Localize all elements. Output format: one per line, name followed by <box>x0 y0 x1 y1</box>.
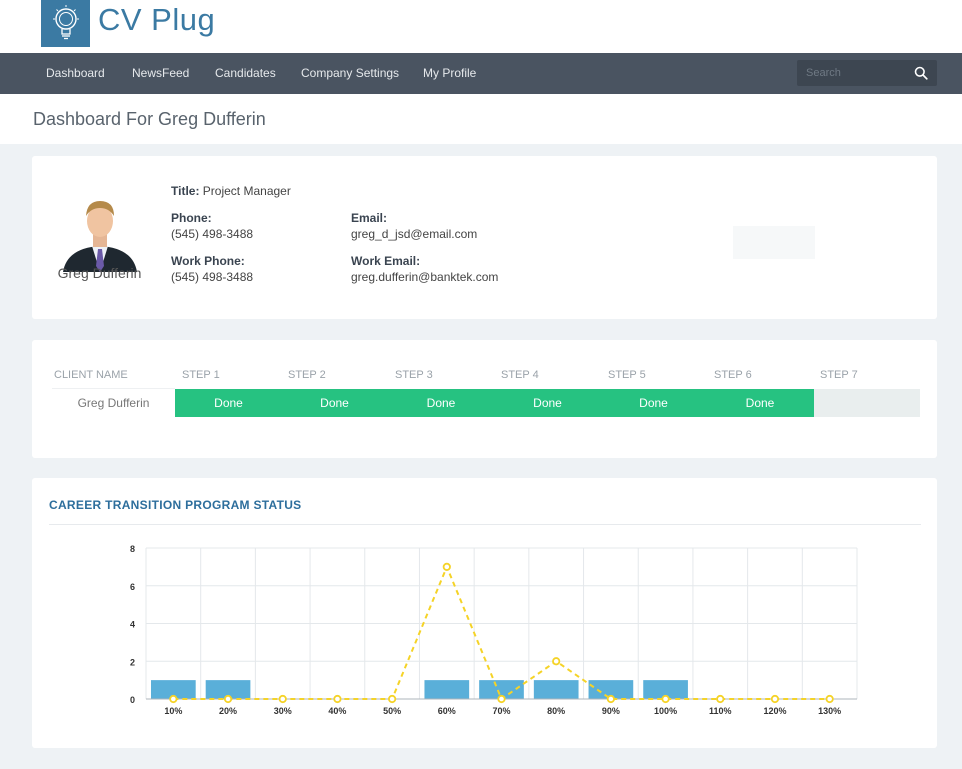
steps-progress-row: Done Done Done Done Done Done <box>175 389 920 417</box>
header-step-5: STEP 5 <box>608 369 646 381</box>
x-tick-label: 80% <box>547 706 565 716</box>
steps-card: CLIENT NAME STEP 1 STEP 2 STEP 3 STEP 4 … <box>32 340 937 458</box>
header-step-7: STEP 7 <box>820 369 858 381</box>
work-email-value: greg.dufferin@banktek.com <box>351 270 499 284</box>
work-phone-value: (545) 498-3488 <box>171 270 254 284</box>
header-client-name: CLIENT NAME <box>54 369 128 381</box>
chart-point <box>770 694 780 704</box>
work-email-field: Work Email: greg.dufferin@banktek.com <box>351 254 498 284</box>
nav-item-company-settings[interactable]: Company Settings <box>301 53 399 94</box>
email-label: Email: <box>351 211 388 225</box>
x-tick-label: 10% <box>164 706 182 716</box>
x-tick-label: 20% <box>219 706 237 716</box>
x-tick-label: 100% <box>654 706 677 716</box>
chart-point <box>552 657 561 666</box>
search-input[interactable] <box>797 60 909 86</box>
step-4-cell: Done <box>494 389 601 417</box>
email-value: greg_d_jsd@email.com <box>351 227 478 241</box>
chart-point <box>716 694 725 704</box>
header-step-4: STEP 4 <box>501 369 539 381</box>
chart-bar <box>424 680 470 699</box>
email-field: Email: greg_d_jsd@email.com <box>351 211 477 241</box>
nav-item-newsfeed[interactable]: NewsFeed <box>132 53 189 94</box>
search-icon[interactable] <box>914 66 928 80</box>
step-3-cell: Done <box>387 389 495 417</box>
step-1-cell: Done <box>175 389 282 417</box>
nav-item-my-profile[interactable]: My Profile <box>423 53 476 94</box>
lightbulb-logo-icon[interactable] <box>41 0 90 47</box>
page-title: Dashboard For Greg Dufferin <box>33 109 266 129</box>
step-2-cell: Done <box>281 389 388 417</box>
chart-point <box>606 694 615 704</box>
x-tick-label: 120% <box>763 706 786 716</box>
work-email-label: Work Email: <box>351 254 421 268</box>
chart-point <box>442 562 451 571</box>
chart-point <box>169 694 178 704</box>
x-tick-label: 130% <box>818 706 841 716</box>
nav-item-candidates[interactable]: Candidates <box>215 53 276 94</box>
header-step-6: STEP 6 <box>714 369 752 381</box>
x-tick-label: 70% <box>492 706 510 716</box>
page-header: Dashboard For Greg Dufferin <box>0 94 962 144</box>
x-tick-label: 50% <box>383 706 401 716</box>
client-name-cell: Greg Dufferin <box>52 388 175 416</box>
profile-card: Greg Dufferin Title: Project Manager Pho… <box>32 156 937 319</box>
nav-item-dashboard[interactable]: Dashboard <box>46 53 105 94</box>
header-step-1: STEP 1 <box>182 369 220 381</box>
chart-point <box>333 694 342 704</box>
chart-point <box>223 694 233 704</box>
title-field: Title: Project Manager <box>171 184 291 198</box>
x-tick-label: 110% <box>709 706 732 716</box>
chart-card: CAREER TRANSITION PROGRAM STATUS 0 2 4 6 8 10… <box>32 478 937 748</box>
header-step-2: STEP 2 <box>288 369 326 381</box>
chart-bar <box>533 680 579 699</box>
brand-name[interactable]: CV Plug <box>98 2 215 38</box>
y-tick-label: 2 <box>130 657 135 667</box>
chart-point <box>278 694 287 704</box>
brand-bar: CV Plug <box>0 0 962 53</box>
x-tick-label: 90% <box>602 706 620 716</box>
chart-point <box>388 694 397 704</box>
chart-point <box>825 694 834 704</box>
x-tick-label: 60% <box>438 706 456 716</box>
y-tick-label: 4 <box>130 620 135 630</box>
work-phone-field: Work Phone: (545) 498-3488 <box>171 254 253 284</box>
x-tick-label: 40% <box>328 706 346 716</box>
avatar <box>57 186 143 272</box>
empty-widget <box>733 226 815 259</box>
title-label: Title: <box>171 184 200 198</box>
profile-name: Greg Dufferin <box>57 265 142 281</box>
search-box <box>797 60 937 86</box>
chart-point <box>661 694 670 704</box>
title-value: Project Manager <box>202 184 291 198</box>
phone-value: (545) 498-3488 <box>171 227 254 241</box>
chart-point <box>497 694 506 704</box>
phone-label: Phone: <box>171 211 212 225</box>
x-tick-label: 30% <box>274 706 292 716</box>
y-tick-label: 8 <box>130 544 135 554</box>
phone-field: Phone: (545) 498-3488 <box>171 211 253 241</box>
y-tick-label: 6 <box>130 582 135 592</box>
main-navbar: Dashboard NewsFeed Candidates Company Se… <box>0 53 962 94</box>
y-tick-label: 0 <box>130 695 135 705</box>
step-5-cell: Done <box>600 389 707 417</box>
work-phone-label: Work Phone: <box>171 254 245 268</box>
step-6-cell: Done <box>706 389 814 417</box>
chart-series-line <box>173 564 830 701</box>
status-chart: 0 2 4 6 8 10% 20% 30% 40% 50% 60% 70% 80% 90% 100% 110%… <box>130 544 858 716</box>
header-step-3: STEP 3 <box>395 369 433 381</box>
